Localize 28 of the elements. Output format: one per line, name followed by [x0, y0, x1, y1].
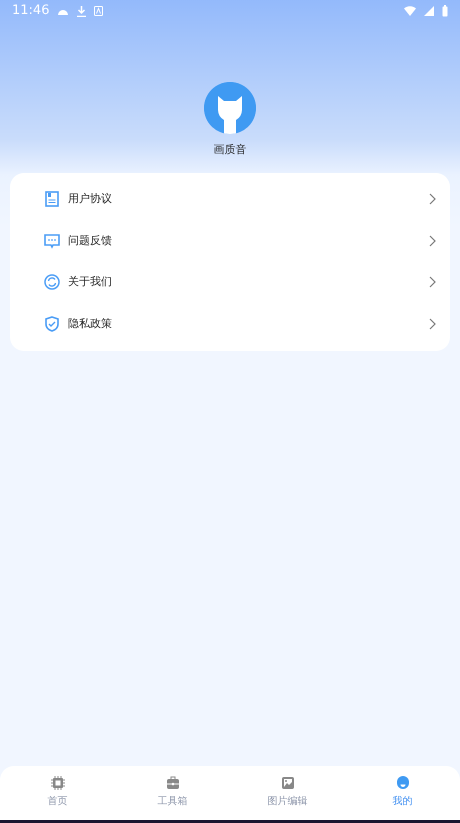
chip-icon: [50, 776, 64, 790]
wifi-icon: [404, 6, 416, 16]
refresh-icon: [44, 274, 60, 290]
signal-icon: [424, 6, 434, 16]
download-icon: [77, 6, 86, 16]
toolbox-icon: [166, 776, 180, 790]
smile-icon: [396, 776, 410, 790]
status-time: 11:46: [12, 2, 50, 20]
notification-icon: [94, 6, 104, 16]
image-icon: [280, 776, 294, 790]
document-icon: [44, 191, 60, 208]
menu-label: 关于我们: [68, 274, 112, 290]
chevron-right-icon: [429, 193, 436, 206]
user-name: 画质音: [214, 142, 246, 158]
avatar-icon[interactable]: [204, 82, 256, 134]
menu-item[interactable]: 问题反馈: [10, 220, 450, 262]
menu-item[interactable]: 关于我们: [10, 262, 450, 303]
menu-label: 隐私政策: [68, 316, 112, 332]
shield-icon: [44, 316, 60, 332]
menu-item[interactable]: 用户协议: [10, 178, 450, 220]
battery-icon: [442, 5, 448, 17]
menu-label: 问题反馈: [68, 232, 112, 248]
menu-label: 用户协议: [68, 191, 112, 207]
chevron-right-icon: [429, 318, 436, 330]
menu-item[interactable]: 隐私政策: [10, 303, 450, 344]
message-icon: [44, 232, 60, 249]
chevron-right-icon: [429, 276, 436, 288]
chevron-right-icon: [429, 234, 436, 247]
